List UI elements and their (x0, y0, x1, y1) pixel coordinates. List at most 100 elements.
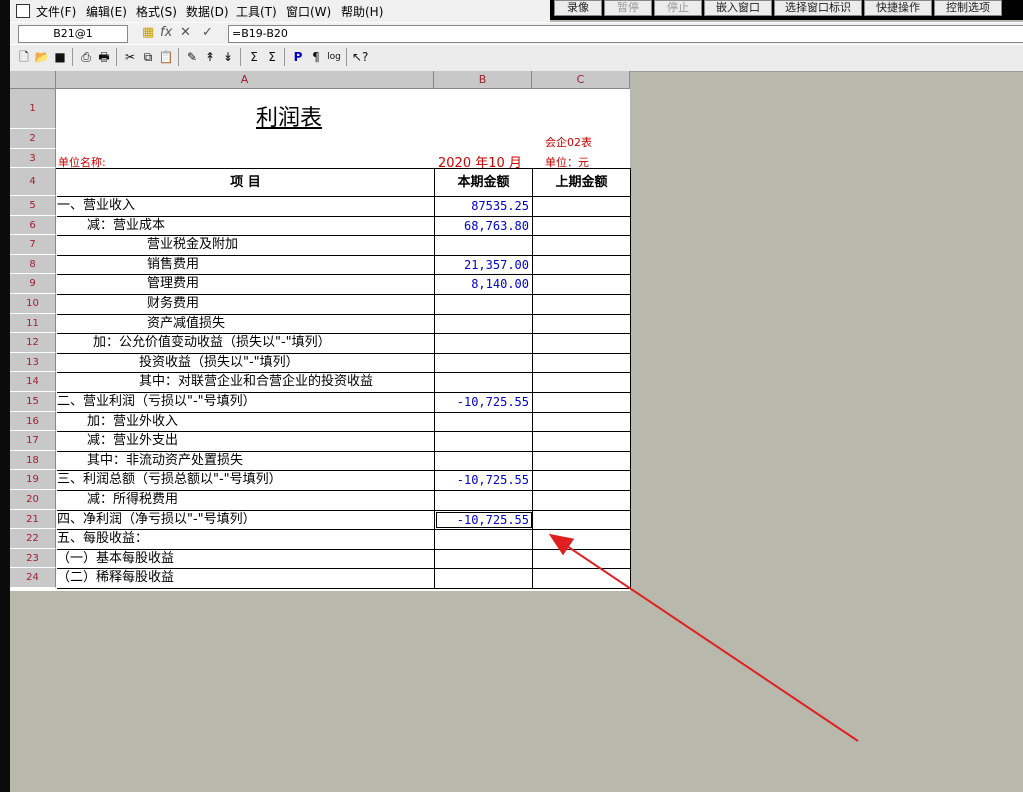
row-header[interactable]: 7 (10, 235, 56, 255)
open-icon[interactable]: 📂 (34, 49, 50, 65)
previous-amount-cell[interactable] (533, 569, 631, 588)
current-amount-cell[interactable]: -10,725.55 (435, 510, 533, 530)
sort-asc-icon[interactable]: ↟ (202, 49, 218, 65)
sum-all-icon[interactable]: Σ (264, 49, 280, 65)
corner-header[interactable] (10, 71, 56, 89)
current-amount-cell[interactable] (435, 236, 533, 255)
row-header[interactable]: 14 (10, 372, 56, 392)
save-icon[interactable]: ■ (52, 49, 68, 65)
function-wizard-icon[interactable]: ▦ (142, 25, 154, 40)
format-painter-icon[interactable]: ✎ (184, 49, 200, 65)
new-icon[interactable]: 🗋 (16, 49, 32, 65)
row-header[interactable]: 4 (10, 168, 56, 196)
previous-amount-cell[interactable] (533, 471, 631, 490)
current-amount-cell[interactable]: 68,763.80 (435, 216, 533, 236)
record-button[interactable]: 录像 (554, 0, 602, 16)
menu-tools[interactable]: 工具(T) (236, 3, 277, 20)
previous-amount-cell[interactable] (533, 373, 631, 392)
current-amount-cell[interactable] (435, 549, 533, 569)
item-cell[interactable]: 一、营业收入 (57, 197, 435, 216)
quick-action-button[interactable]: 快捷操作 (864, 0, 932, 16)
current-amount-cell[interactable] (435, 314, 533, 334)
embed-window-button[interactable]: 嵌入窗口 (704, 0, 772, 16)
item-cell[interactable]: （一）基本每股收益 (57, 549, 435, 569)
paste-icon[interactable]: 📋 (158, 49, 174, 65)
previous-amount-cell[interactable] (533, 295, 631, 314)
item-cell[interactable]: 四、净利润（净亏损以"-"号填列） (57, 510, 435, 530)
fx-icon[interactable]: fx (160, 25, 172, 40)
previous-amount-cell[interactable] (533, 510, 631, 530)
previous-amount-cell[interactable] (533, 236, 631, 255)
current-amount-cell[interactable]: 21,357.00 (435, 255, 533, 275)
column-header-a[interactable]: A (56, 71, 434, 89)
row-header[interactable]: 9 (10, 274, 56, 294)
row-header[interactable]: 18 (10, 450, 56, 471)
row-header[interactable]: 5 (10, 196, 56, 216)
item-cell[interactable]: 销售费用 (57, 255, 435, 275)
previous-amount-cell[interactable] (533, 334, 631, 353)
item-cell[interactable]: 管理费用 (57, 275, 435, 294)
item-cell[interactable]: 五、每股收益： (57, 530, 435, 549)
row-header[interactable]: 13 (10, 352, 56, 373)
current-amount-cell[interactable] (435, 295, 533, 314)
row-header[interactable]: 10 (10, 294, 56, 314)
previous-amount-cell[interactable] (533, 491, 631, 510)
row-header[interactable]: 20 (10, 490, 56, 510)
app-icon[interactable] (16, 4, 30, 18)
item-cell[interactable]: 二、营业利润（亏损以"-"号填列） (57, 393, 435, 412)
row-header[interactable]: 23 (10, 548, 56, 569)
row-header[interactable]: 2 (10, 129, 56, 149)
row-header[interactable]: 22 (10, 529, 56, 549)
current-amount-cell[interactable]: -10,725.55 (435, 393, 533, 412)
row-header[interactable]: 8 (10, 254, 56, 275)
previous-amount-cell[interactable] (533, 530, 631, 549)
row-header[interactable]: 6 (10, 215, 56, 236)
item-cell[interactable]: 其中：非流动资产处置损失 (57, 451, 435, 471)
current-amount-cell[interactable]: -10,725.55 (435, 471, 533, 490)
row-header[interactable]: 12 (10, 333, 56, 353)
item-cell[interactable]: 减：所得税费用 (57, 491, 435, 510)
sum-icon[interactable]: Σ (246, 49, 262, 65)
column-header-b[interactable]: B (434, 71, 532, 89)
column-header-c[interactable]: C (532, 71, 630, 89)
current-amount-cell[interactable] (435, 569, 533, 588)
menu-edit[interactable]: 编辑(E) (86, 3, 127, 20)
cancel-icon[interactable]: ✕ (180, 25, 191, 40)
help-pointer-icon[interactable]: ↖? (352, 49, 368, 65)
control-options-button[interactable]: 控制选项 (934, 0, 1002, 16)
row-header[interactable]: 19 (10, 470, 56, 490)
previous-amount-cell[interactable] (533, 393, 631, 412)
print-preview-icon[interactable]: ⎙ (78, 49, 94, 65)
previous-amount-cell[interactable] (533, 275, 631, 294)
previous-amount-cell[interactable] (533, 216, 631, 236)
row-header[interactable]: 15 (10, 392, 56, 412)
current-amount-cell[interactable] (435, 491, 533, 510)
item-cell[interactable]: （二）稀释每股收益 (57, 569, 435, 588)
item-cell[interactable]: 减：营业成本 (57, 216, 435, 236)
item-cell[interactable]: 其中：对联营企业和合营企业的投资收益 (57, 373, 435, 392)
row-header[interactable]: 24 (10, 568, 56, 588)
menu-help[interactable]: 帮助(H) (341, 3, 383, 20)
log-icon[interactable]: log (326, 49, 342, 65)
previous-amount-cell[interactable] (533, 197, 631, 216)
menu-file[interactable]: 文件(F) (36, 3, 76, 20)
previous-amount-cell[interactable] (533, 549, 631, 569)
item-cell[interactable]: 减：营业外支出 (57, 432, 435, 451)
item-cell[interactable]: 财务费用 (57, 295, 435, 314)
previous-amount-cell[interactable] (533, 314, 631, 334)
pause-button[interactable]: 暂停 (604, 0, 652, 16)
sort-desc-icon[interactable]: ↡ (220, 49, 236, 65)
previous-amount-cell[interactable] (533, 412, 631, 432)
row-header[interactable]: 1 (10, 89, 56, 129)
menu-format[interactable]: 格式(S) (136, 3, 177, 20)
row-header[interactable]: 3 (10, 149, 56, 168)
current-amount-cell[interactable]: 87535.25 (435, 197, 533, 216)
select-window-button[interactable]: 选择窗口标识 (774, 0, 862, 16)
item-cell[interactable]: 加：公允价值变动收益（损失以"-"填列） (57, 334, 435, 353)
page-icon[interactable]: ¶ (308, 49, 324, 65)
copy-icon[interactable]: ⧉ (140, 49, 156, 65)
formula-input[interactable]: =B19-B20 (228, 25, 1023, 43)
current-amount-cell[interactable] (435, 451, 533, 471)
current-amount-cell[interactable] (435, 432, 533, 451)
current-amount-cell[interactable] (435, 373, 533, 392)
